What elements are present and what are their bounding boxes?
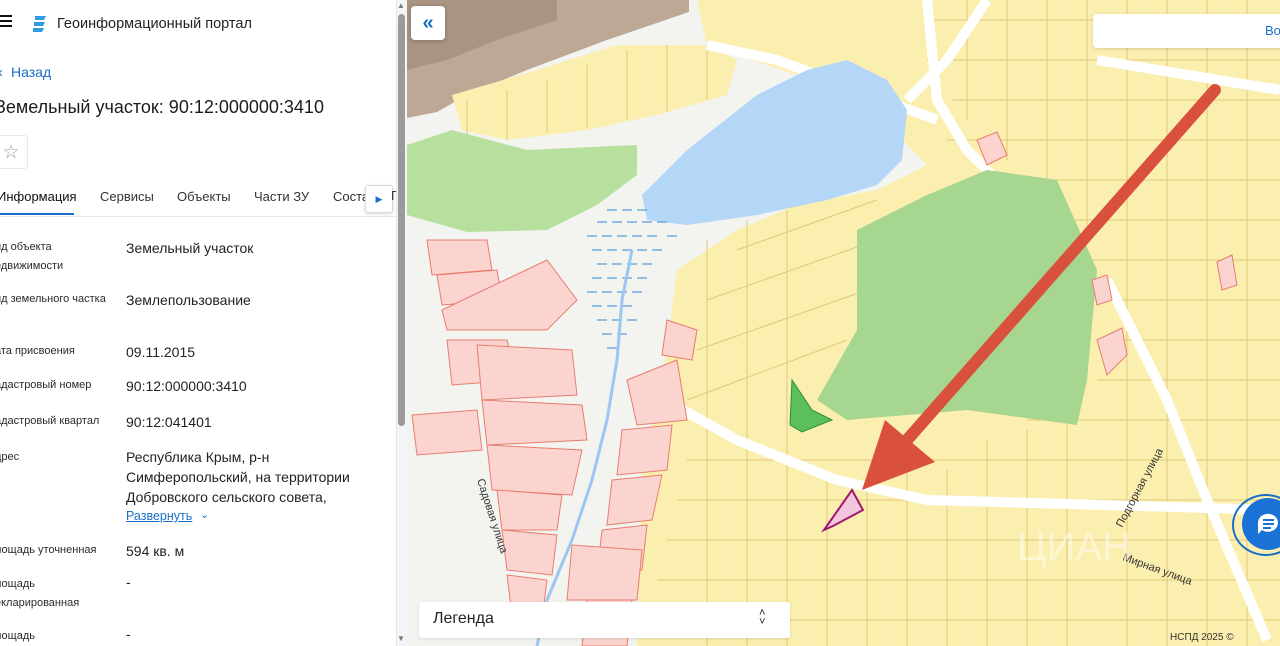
double-chevron-left-icon: «	[422, 11, 434, 34]
park-area-west	[407, 130, 637, 232]
tab-bar: Информация Сервисы Объекты Части ЗУ Сост…	[0, 180, 407, 217]
wetland	[587, 209, 677, 349]
info-label: адастровый номер	[0, 379, 92, 391]
expand-link[interactable]: Развернуть	[126, 509, 192, 523]
active-tab-indicator	[0, 213, 74, 215]
info-value: 594 кв. м	[126, 543, 185, 559]
info-label: лощадь уточненная	[0, 544, 97, 556]
chat-icon	[1257, 513, 1278, 534]
tab-parts[interactable]: Части ЗУ	[254, 189, 309, 204]
info-value: 90:12:041401	[126, 414, 212, 430]
info-label: дрес	[0, 451, 20, 463]
logo-icon	[33, 16, 46, 32]
scroll-down-icon[interactable]: ▼	[397, 634, 405, 643]
info-label: ата присвоения	[0, 345, 75, 357]
info-value: Земельный участок	[126, 240, 254, 256]
info-label: лощадь екларированная	[0, 578, 80, 609]
chevron-right-icon: ▶	[375, 193, 383, 204]
tab-objects[interactable]: Объекты	[177, 189, 231, 204]
chevron-down-icon[interactable]: ⌄	[200, 508, 209, 521]
info-value: -	[126, 626, 131, 642]
map-canvas[interactable]: Садовая улица Подгорная улица Мирная ули…	[407, 0, 1280, 646]
tab-composition[interactable]: Соста	[333, 189, 369, 204]
info-value: Республика Крым, р-н Симферопольский, на…	[126, 449, 350, 505]
info-label: адастровый квартал	[0, 415, 100, 427]
chevron-left-icon: ‹	[0, 64, 3, 81]
info-value: 09.11.2015	[126, 344, 196, 360]
watermark: ЦИАН	[1017, 525, 1131, 569]
info-value: 90:12:000000:3410	[126, 378, 247, 394]
map-search-text[interactable]: Во	[1265, 23, 1280, 38]
tabs-scroll-right-button[interactable]: ▶	[365, 185, 393, 213]
map-search-input[interactable]	[1093, 14, 1280, 48]
back-label: Назад	[11, 64, 52, 80]
page-title: Земельный участок: 90:12:000000:3410	[0, 97, 324, 117]
info-label: лощадь	[0, 630, 35, 642]
tab-information[interactable]: Информация	[0, 189, 77, 204]
favorite-button[interactable]: ☆	[0, 135, 28, 169]
scrollbar-thumb[interactable]	[398, 14, 405, 426]
top-bar: Геоинформационный портал	[0, 0, 407, 48]
copyright: НСПД 2025 ©	[1170, 632, 1234, 643]
scroll-up-icon[interactable]: ▲	[397, 1, 405, 10]
back-link[interactable]: ‹ Назад	[0, 64, 51, 81]
sort-icon[interactable]: ˄ ˅	[759, 608, 765, 628]
map-view[interactable]: Садовая улица Подгорная улица Мирная ули…	[407, 0, 1280, 646]
info-label: ид земельного частка	[0, 293, 106, 305]
portal-title: Геоинформационный портал	[57, 16, 252, 32]
info-value: Землепользование	[126, 292, 251, 308]
tab-services[interactable]: Сервисы	[100, 189, 154, 204]
info-label: ид объекта едвижимости	[0, 241, 64, 272]
collapse-panel-button[interactable]: «	[411, 6, 445, 40]
legend-label: Легенда	[433, 610, 494, 627]
info-panel: Геоинформационный портал ‹ Назад Земельны…	[0, 0, 407, 646]
star-icon: ☆	[2, 141, 20, 163]
info-value: -	[126, 574, 131, 590]
menu-icon[interactable]	[0, 15, 12, 29]
